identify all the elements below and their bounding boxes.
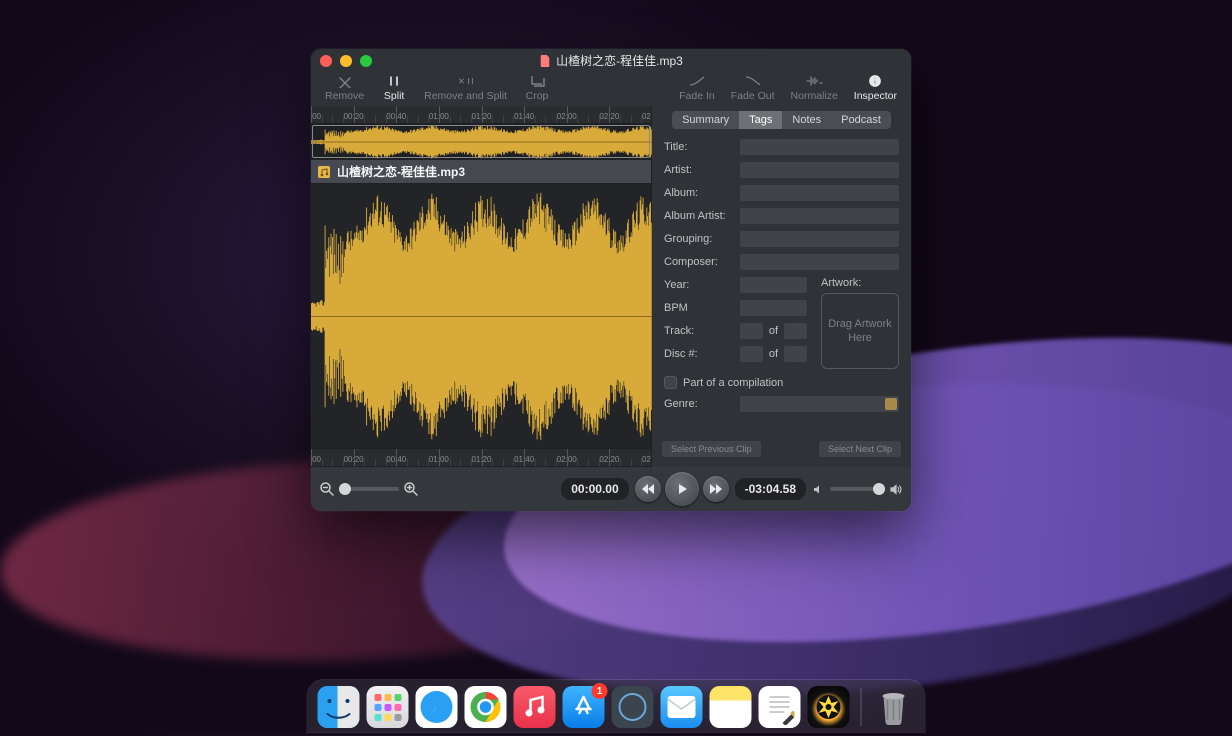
elapsed-time: 00:00.00 [561, 478, 628, 500]
dock-launchpad[interactable] [367, 686, 409, 728]
crop-button[interactable]: Crop [515, 74, 559, 102]
volume-low-icon[interactable] [812, 483, 825, 496]
composer-label: Composer: [664, 256, 734, 268]
dock-notes[interactable] [710, 686, 752, 728]
close-icon[interactable] [320, 55, 332, 67]
app-window: 山楂树之恋-程佳佳.mp3 Remove Split Remove and Sp… [311, 49, 911, 511]
inspector-button[interactable]: Inspector [846, 74, 905, 102]
checkbox-icon [664, 376, 677, 389]
fadeout-button[interactable]: Fade Out [723, 74, 783, 102]
track-total-field[interactable] [784, 323, 807, 339]
tab-podcast[interactable]: Podcast [831, 111, 891, 129]
dock-appstore[interactable]: 1 [563, 686, 605, 728]
artwork-dropzone[interactable]: Drag Artwork Here [821, 293, 899, 369]
fullscreen-icon[interactable] [360, 55, 372, 67]
normalize-button[interactable]: Normalize [783, 74, 846, 102]
split-button[interactable]: Split [372, 74, 416, 102]
select-previous-clip-button[interactable]: Select Previous Clip [662, 441, 761, 457]
dock-burn[interactable] [808, 686, 850, 728]
disc-label: Disc #: [664, 348, 734, 360]
inspector-tabs: Summary Tags Notes Podcast [652, 111, 911, 129]
artist-label: Artist: [664, 164, 734, 176]
dock-mail[interactable] [661, 686, 703, 728]
forward-button[interactable] [703, 476, 729, 502]
audio-file-icon [317, 165, 331, 179]
year-field[interactable] [740, 277, 807, 293]
artwork-label: Artwork: [821, 277, 899, 289]
bpm-field[interactable] [740, 300, 807, 316]
title-label: Title: [664, 141, 734, 153]
dock-safari[interactable] [416, 686, 458, 728]
overview-ruler[interactable]: 00:0000:2000:4001:0001:2001:4002:0002:20… [311, 106, 651, 124]
select-next-clip-button[interactable]: Select Next Clip [819, 441, 901, 457]
track-label: Track: [664, 325, 734, 337]
year-label: Year: [664, 279, 734, 291]
genre-dropdown[interactable] [740, 396, 899, 412]
zoom-in-icon[interactable] [403, 481, 419, 497]
titlebar: 山楂树之恋-程佳佳.mp3 [311, 49, 911, 72]
play-button[interactable] [665, 472, 699, 506]
genre-label: Genre: [664, 398, 734, 410]
disc-num-field[interactable] [740, 346, 763, 362]
volume-slider[interactable] [830, 487, 885, 491]
dock-finder[interactable] [318, 686, 360, 728]
tab-tags[interactable]: Tags [739, 111, 782, 129]
dock-separator [861, 688, 862, 726]
volume-high-icon[interactable] [890, 483, 903, 496]
overview-selection[interactable] [312, 125, 650, 158]
artist-field[interactable] [740, 162, 899, 178]
album-label: Album: [664, 187, 734, 199]
main-waveform[interactable] [311, 184, 651, 449]
remaining-time: -03:04.58 [735, 478, 806, 500]
zoom-out-icon[interactable] [319, 481, 335, 497]
title-field[interactable] [740, 139, 899, 155]
dock-music[interactable] [514, 686, 556, 728]
album-field[interactable] [740, 185, 899, 201]
toolbar: Remove Split Remove and Split Crop Fade … [311, 72, 911, 106]
clip-filename: 山楂树之恋-程佳佳.mp3 [337, 163, 465, 180]
remove-and-split-button[interactable]: Remove and Split [416, 74, 515, 102]
zoom-slider[interactable] [339, 487, 399, 491]
albumartist-field[interactable] [740, 208, 899, 224]
dock-textedit[interactable] [759, 686, 801, 728]
minimize-icon[interactable] [340, 55, 352, 67]
compilation-checkbox[interactable]: Part of a compilation [664, 376, 899, 389]
clip-header[interactable]: 山楂树之恋-程佳佳.mp3 [311, 160, 651, 184]
dock-trash[interactable] [873, 686, 915, 728]
dock-fission[interactable] [612, 686, 654, 728]
composer-field[interactable] [740, 254, 899, 270]
remove-button[interactable]: Remove [317, 74, 372, 102]
document-icon [539, 55, 551, 67]
grouping-field[interactable] [740, 231, 899, 247]
rewind-button[interactable] [635, 476, 661, 502]
dock-chrome[interactable] [465, 686, 507, 728]
bpm-label: BPM [664, 302, 734, 314]
window-title: 山楂树之恋-程佳佳.mp3 [556, 52, 683, 69]
tab-notes[interactable]: Notes [782, 111, 831, 129]
fadein-button[interactable]: Fade In [671, 74, 723, 102]
grouping-label: Grouping: [664, 233, 734, 245]
albumartist-label: Album Artist: [664, 210, 734, 222]
track-num-field[interactable] [740, 323, 763, 339]
main-ruler[interactable]: 00:0000:2000:4001:0001:2001:4002:0002:20… [311, 449, 651, 467]
appstore-badge: 1 [592, 683, 608, 699]
dock: 1 [308, 680, 925, 732]
tab-summary[interactable]: Summary [672, 111, 739, 129]
overview-waveform[interactable] [311, 124, 651, 160]
disc-total-field[interactable] [784, 346, 807, 362]
